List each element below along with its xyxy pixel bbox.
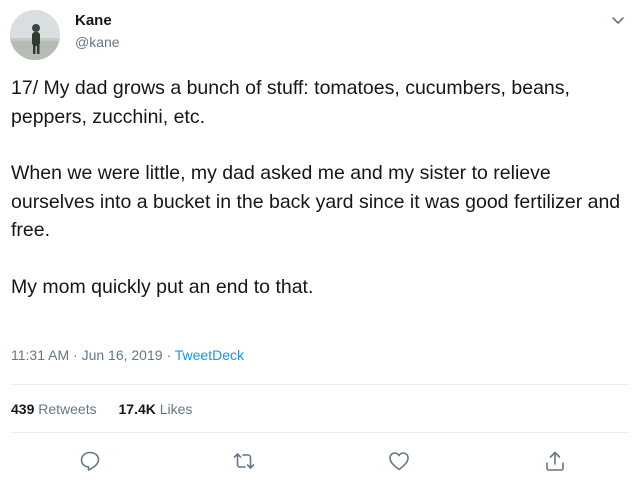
meta-separator: ·	[73, 347, 78, 363]
author-handle[interactable]: @kane	[75, 34, 120, 50]
tweet-card: Kane @kane 17/ My dad grows a bunch of s…	[0, 0, 640, 486]
author-name[interactable]: Kane	[75, 12, 112, 29]
likes-count: 17.4K	[118, 401, 156, 417]
tweet-date[interactable]: Jun 16, 2019	[82, 347, 163, 363]
heart-icon[interactable]	[387, 449, 411, 473]
divider	[11, 384, 629, 385]
avatar-photo	[10, 10, 60, 60]
tweet-source-link[interactable]: TweetDeck	[175, 347, 244, 363]
retweets-label: Retweets	[38, 401, 97, 417]
retweets-stat[interactable]: 439 Retweets	[11, 401, 101, 417]
likes-stat[interactable]: 17.4K Likes	[119, 401, 193, 417]
tweet-paragraph: When we were little, my dad asked me and…	[11, 162, 621, 241]
chevron-down-icon[interactable]	[610, 12, 626, 28]
share-icon[interactable]	[543, 449, 567, 473]
tweet-time[interactable]: 11:31 AM	[11, 347, 69, 363]
tweet-paragraph: My mom quickly put an end to that.	[11, 275, 314, 298]
tweet-meta: 11:31 AM · Jun 16, 2019 · TweetDeck	[11, 347, 244, 363]
divider	[11, 432, 629, 433]
meta-separator: ·	[166, 347, 172, 363]
retweets-count: 439	[11, 401, 35, 417]
retweet-icon[interactable]	[232, 449, 256, 473]
reply-icon[interactable]	[78, 449, 102, 473]
tweet-text: 17/ My dad grows a bunch of stuff: tomat…	[11, 74, 623, 329]
avatar[interactable]	[10, 10, 60, 60]
tweet-actions	[0, 449, 640, 473]
tweet-stats: 439 Retweets 17.4K Likes	[11, 401, 210, 417]
likes-label: Likes	[159, 401, 193, 417]
tweet-paragraph: 17/ My dad grows a bunch of stuff: tomat…	[11, 77, 570, 128]
